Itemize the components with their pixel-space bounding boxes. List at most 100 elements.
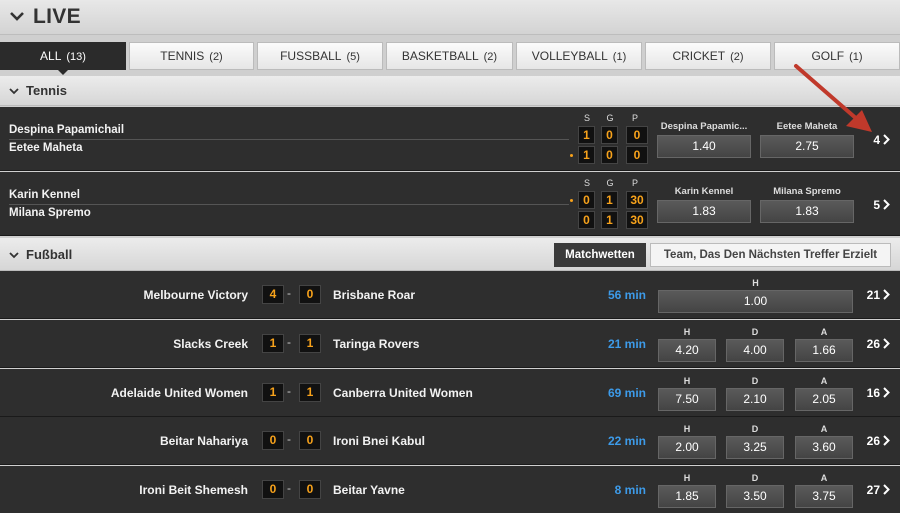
odds-label: H xyxy=(683,376,691,386)
tab-tennis[interactable]: TENNIS (2) xyxy=(129,42,254,70)
odds-home: H 7.50 xyxy=(658,375,716,411)
odds-button[interactable]: 1.66 xyxy=(795,339,853,362)
section-tennis[interactable]: Tennis xyxy=(0,76,900,106)
score-separator: - xyxy=(287,481,291,495)
chevron-down-icon[interactable] xyxy=(9,8,25,24)
divider xyxy=(9,139,569,140)
odds-away: A 3.60 xyxy=(795,423,853,459)
odds-label: D xyxy=(751,327,759,337)
match-time: 69 min xyxy=(607,386,646,400)
odds-draw: D 3.25 xyxy=(726,423,784,459)
odds-home: H 4.20 xyxy=(658,326,716,362)
football-match-row: Ironi Beit Shemesh 0 - 0 Beitar Yavne 8 … xyxy=(0,466,900,513)
odds-button[interactable]: 3.60 xyxy=(795,436,853,459)
football-match-row: Melbourne Victory 4 - 0 Brisbane Roar 56… xyxy=(0,271,900,319)
odds-button[interactable]: 2.05 xyxy=(795,388,853,411)
odds-away: A 3.75 xyxy=(795,472,853,508)
away-team: Brisbane Roar xyxy=(333,288,416,302)
tennis-match-row: Karin Kennel Milana Spremo S G P 0 1 30 … xyxy=(0,172,900,236)
section-title: Tennis xyxy=(26,83,67,98)
odds-button[interactable]: 2.00 xyxy=(658,436,716,459)
odds-home: H 1.00 xyxy=(658,277,853,313)
odds-away: A 2.05 xyxy=(795,375,853,411)
away-team: Taringa Rovers xyxy=(333,337,420,351)
odds-button[interactable]: 4.20 xyxy=(658,339,716,362)
away-score: 0 xyxy=(299,431,321,450)
home-team: Beitar Nahariya xyxy=(159,434,248,448)
away-score: 0 xyxy=(299,285,321,304)
odds-button[interactable]: 2.10 xyxy=(726,388,784,411)
odds-label: H xyxy=(683,473,691,483)
match-time: 22 min xyxy=(607,434,646,448)
page-title: LIVE xyxy=(33,5,81,28)
score-header-p: P xyxy=(631,113,638,123)
score-header-s: S xyxy=(583,113,590,123)
more-markets-link[interactable]: 21 xyxy=(867,288,890,302)
tab-basketball[interactable]: BASKETBALL (2) xyxy=(386,42,513,70)
odds-button[interactable]: 1.40 xyxy=(657,135,751,158)
odds-button[interactable]: 2.75 xyxy=(760,135,854,158)
home-team: Slacks Creek xyxy=(173,337,248,351)
market-tab-matchwetten[interactable]: Matchwetten xyxy=(554,243,646,267)
tab-volleyball[interactable]: VOLLEYBALL (1) xyxy=(516,42,642,70)
odds-button[interactable]: 1.85 xyxy=(658,485,716,508)
score-cell: 1 xyxy=(578,146,595,164)
more-markets-link[interactable]: 26 xyxy=(867,434,890,448)
home-team: Adelaide United Women xyxy=(110,386,248,400)
more-markets-link[interactable]: 27 xyxy=(867,483,890,497)
more-markets-link[interactable]: 5 xyxy=(873,198,890,212)
odds-label: Milana Spremo xyxy=(773,186,841,197)
odds-label: Eetee Maheta xyxy=(776,121,838,132)
chevron-down-icon[interactable] xyxy=(9,86,19,96)
away-score: 0 xyxy=(299,480,321,499)
sport-tabs: ALL (13) TENNIS (2) FUSSBALL (5) BASKETBALL… xyxy=(0,42,900,75)
home-score: 4 xyxy=(262,285,284,304)
odds-label: H xyxy=(683,424,691,434)
live-header[interactable]: LIVE xyxy=(0,0,900,35)
odds-button[interactable]: 3.50 xyxy=(726,485,784,508)
odds-player-two: Eetee Maheta 2.75 xyxy=(760,121,854,158)
away-team: Ironi Bnei Kabul xyxy=(333,434,426,448)
chevron-right-icon xyxy=(883,134,890,145)
odds-button[interactable]: 7.50 xyxy=(658,388,716,411)
market-tab-next-goal[interactable]: Team, Das Den Nächsten Treffer Erzielt xyxy=(650,243,891,267)
match-time: 21 min xyxy=(607,337,646,351)
player-one: Karin Kennel xyxy=(9,189,80,201)
odds-home: H 2.00 xyxy=(658,423,716,459)
odds-button[interactable]: 4.00 xyxy=(726,339,784,362)
tab-cricket[interactable]: CRICKET (2) xyxy=(645,42,771,70)
score-cell: 30 xyxy=(626,211,648,229)
more-markets-link[interactable]: 16 xyxy=(867,386,890,400)
away-team: Canberra United Women xyxy=(333,386,473,400)
odds-label: A xyxy=(820,473,828,483)
score-cell: 1 xyxy=(601,211,618,229)
chevron-right-icon xyxy=(883,338,890,349)
tab-fussball[interactable]: FUSSBALL (5) xyxy=(257,42,383,70)
odds-draw: D 2.10 xyxy=(726,375,784,411)
score-header-g: G xyxy=(606,113,614,123)
more-markets-link[interactable]: 26 xyxy=(867,337,890,351)
tab-golf[interactable]: GOLF (1) xyxy=(774,42,900,70)
odds-button[interactable]: 1.83 xyxy=(657,200,751,223)
score-separator: - xyxy=(287,432,291,446)
more-markets-link[interactable]: 4 xyxy=(873,133,890,147)
odds-button[interactable]: 1.00 xyxy=(658,290,853,313)
odds-button[interactable]: 3.75 xyxy=(795,485,853,508)
chevron-right-icon xyxy=(883,289,890,300)
score-cell: 0 xyxy=(578,191,595,209)
odds-button[interactable]: 1.83 xyxy=(760,200,854,223)
score-header-s: S xyxy=(583,178,590,188)
odds-draw: D 4.00 xyxy=(726,326,784,362)
home-score: 0 xyxy=(262,431,284,450)
home-team: Ironi Beit Shemesh xyxy=(139,483,248,497)
away-team: Beitar Yavne xyxy=(333,483,405,497)
football-match-row: Slacks Creek 1 - 1 Taringa Rovers 21 min… xyxy=(0,320,900,368)
home-score: 0 xyxy=(262,480,284,499)
score-header-g: G xyxy=(606,178,614,188)
chevron-down-icon[interactable] xyxy=(9,250,19,260)
chevron-right-icon xyxy=(883,387,890,398)
odds-button[interactable]: 3.25 xyxy=(726,436,784,459)
score-separator: - xyxy=(287,335,291,349)
home-score: 1 xyxy=(262,334,284,353)
tab-all[interactable]: ALL (13) xyxy=(0,42,126,75)
